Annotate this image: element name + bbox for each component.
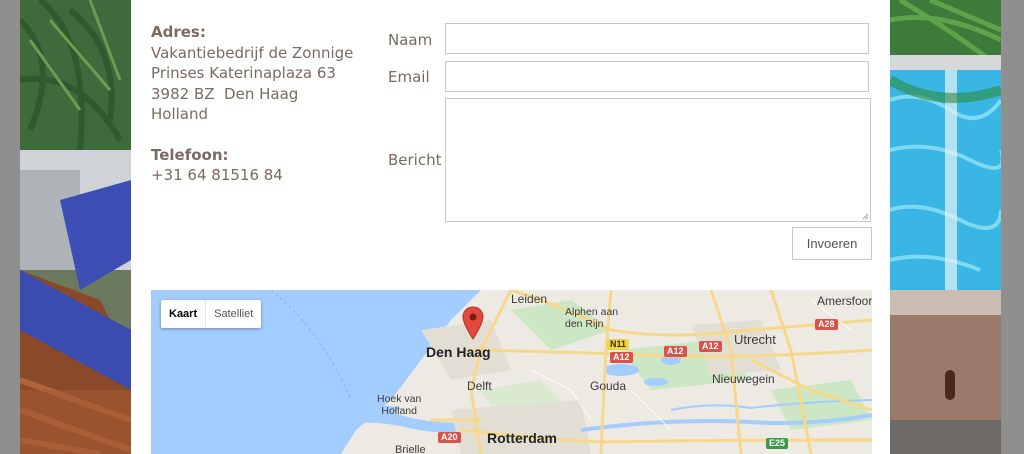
map-label-gouda: Gouda bbox=[590, 379, 627, 393]
address-label: Adres: bbox=[151, 23, 206, 41]
location-pin-icon[interactable] bbox=[462, 306, 484, 340]
left-gutter bbox=[0, 0, 20, 454]
resize-grip-icon[interactable] bbox=[862, 213, 869, 220]
phone-label: Telefoon: bbox=[151, 145, 229, 164]
email-label: Email bbox=[388, 68, 430, 86]
map-label-amersfoort: Amersfoor bbox=[817, 294, 872, 308]
map-type-kaart-button[interactable]: Kaart bbox=[161, 300, 205, 328]
road-shield-e25: E25 bbox=[766, 438, 789, 449]
map-label-delft: Delft bbox=[467, 379, 492, 393]
address-line-company: Vakantiebedrijf de Zonnige bbox=[151, 43, 354, 62]
road-shield-a12-east: A12 bbox=[664, 346, 687, 357]
address-line-city: 3982 BZ Den Haag bbox=[151, 84, 299, 103]
message-label: Bericht bbox=[388, 151, 442, 169]
message-textarea[interactable] bbox=[445, 98, 871, 222]
road-shield-a12: A12 bbox=[610, 352, 633, 363]
address-line-street: Prinses Katerinaplaza 63 bbox=[151, 64, 336, 82]
address-line-country: Holland bbox=[151, 105, 209, 123]
road-shield-a12-utrecht: A12 bbox=[699, 341, 722, 352]
road-shield-a20: A20 bbox=[438, 432, 461, 443]
map-label-brielle: Brielle bbox=[395, 444, 426, 454]
phone-number: +31 64 81516 84 bbox=[151, 166, 283, 184]
name-label: Naam bbox=[388, 31, 433, 49]
map-label-nieuwegein: Nieuwegein bbox=[712, 372, 775, 386]
map-label-leiden: Leiden bbox=[511, 292, 548, 306]
map-label-hoek-van-holland: Hoek van Holland bbox=[377, 393, 422, 417]
map-type-control: Kaart Satelliet bbox=[161, 300, 262, 328]
map-label-den-haag: Den Haag bbox=[426, 344, 491, 360]
road-shield-n11: N11 bbox=[607, 339, 630, 350]
right-decorative-photo bbox=[890, 0, 1001, 454]
submit-button[interactable]: Invoeren bbox=[792, 227, 872, 260]
map-label-utrecht: Utrecht bbox=[734, 332, 776, 347]
map-label-rotterdam: Rotterdam bbox=[487, 430, 558, 446]
contact-details: Adres: Vakantiebedrijf de Zonnige Prinse… bbox=[151, 22, 371, 186]
contact-page: Adres: Vakantiebedrijf de Zonnige Prinse… bbox=[131, 0, 890, 454]
left-decorative-photo bbox=[20, 0, 131, 454]
name-input[interactable] bbox=[445, 23, 869, 54]
map-label-alphen: Alphen aan den Rijn bbox=[565, 306, 619, 330]
road-shield-a28: A28 bbox=[815, 319, 838, 330]
map-type-satelliet-button[interactable]: Satelliet bbox=[205, 300, 261, 328]
email-input[interactable] bbox=[445, 61, 869, 92]
google-map[interactable]: Kaart Satelliet Leiden Alphen aan den Rij… bbox=[151, 290, 872, 454]
right-gutter bbox=[1001, 0, 1024, 454]
